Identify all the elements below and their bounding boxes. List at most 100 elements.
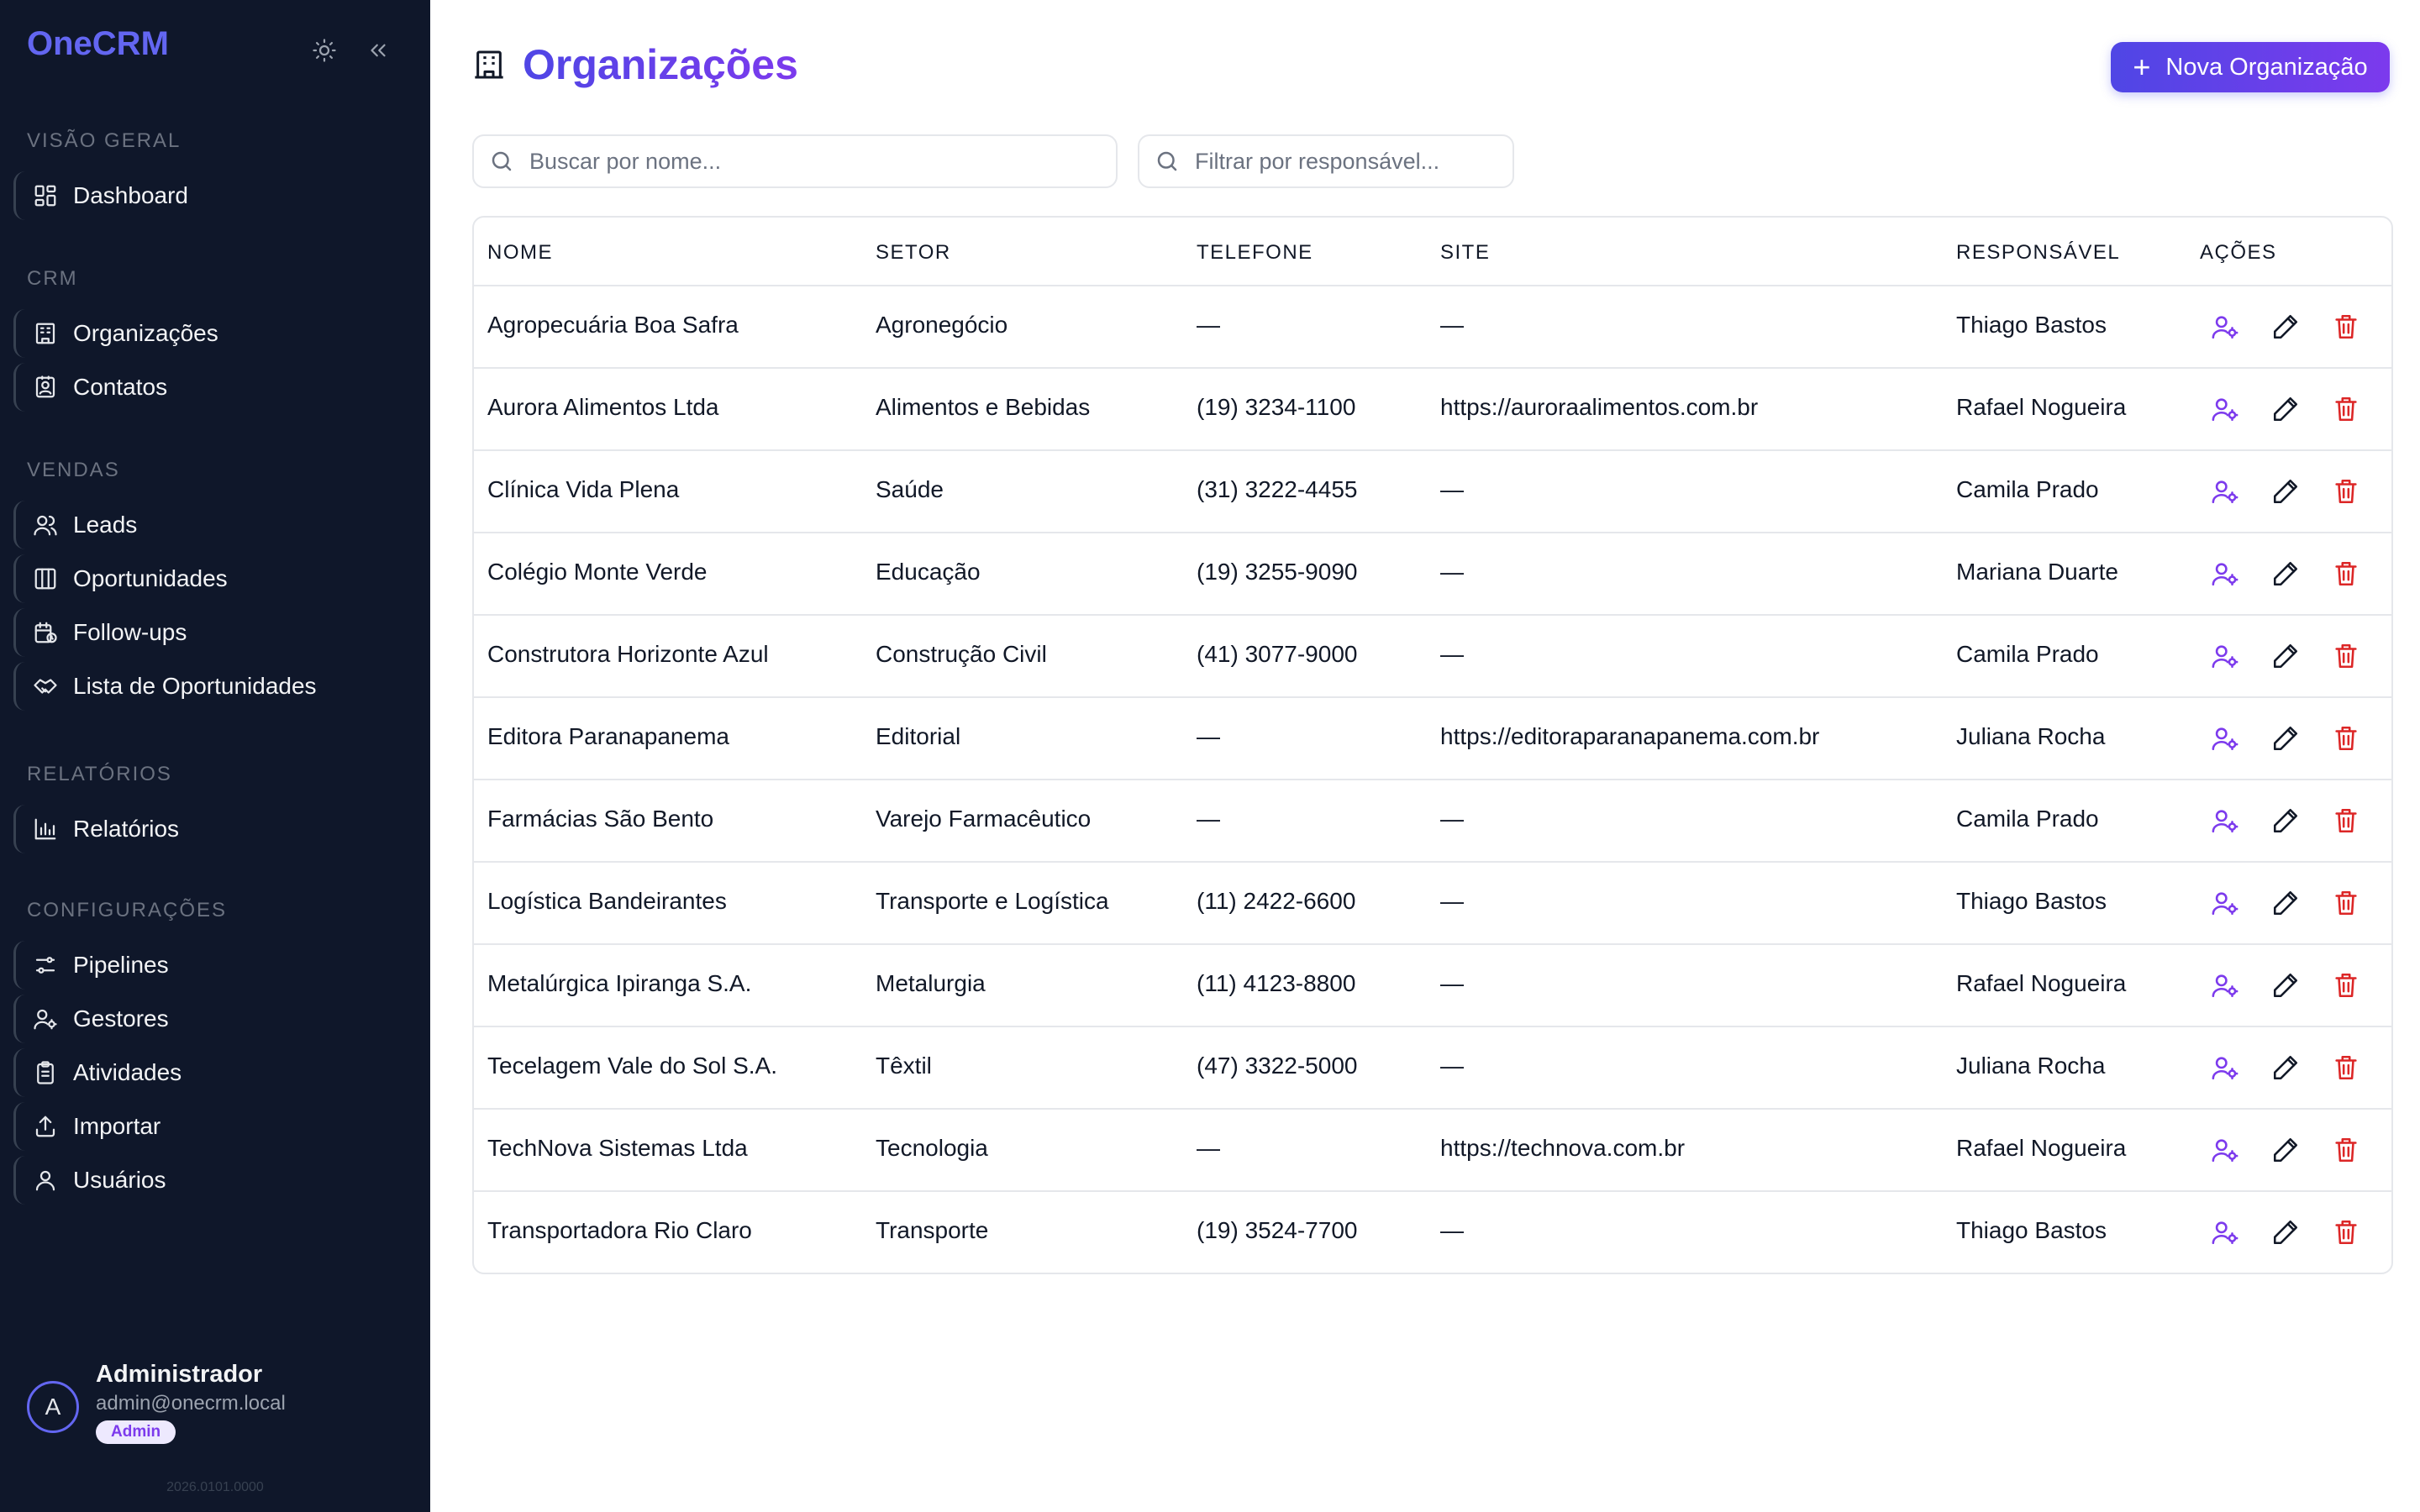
- new-organization-button[interactable]: + Nova Organização: [2111, 42, 2390, 92]
- delete-trash-icon[interactable]: [2331, 394, 2361, 424]
- assign-owner-icon[interactable]: [2210, 1217, 2240, 1247]
- table-row[interactable]: Clínica Vida Plena Saúde (31) 3222-4455 — Ca…: [474, 451, 2391, 533]
- sidebar-item-label: Relatórios: [73, 816, 180, 842]
- sidebar-item-organizacoes[interactable]: Organizações: [13, 309, 410, 358]
- table-row[interactable]: Logística Bandeirantes Transporte e Logís…: [474, 863, 2391, 945]
- delete-trash-icon[interactable]: [2331, 559, 2361, 589]
- edit-pencil-icon[interactable]: [2270, 723, 2301, 753]
- assign-owner-icon[interactable]: [2210, 888, 2240, 918]
- cell-sector: Educação: [876, 559, 981, 585]
- edit-pencil-icon[interactable]: [2270, 312, 2301, 342]
- sidebar-item-usuarios[interactable]: Usuários: [13, 1156, 410, 1205]
- assign-owner-icon[interactable]: [2210, 312, 2240, 342]
- sidebar-item-dashboard[interactable]: Dashboard: [13, 171, 410, 220]
- delete-trash-icon[interactable]: [2331, 1053, 2361, 1083]
- delete-trash-icon[interactable]: [2331, 1135, 2361, 1165]
- upload-icon: [33, 1114, 58, 1139]
- cell-owner: Mariana Duarte: [1956, 559, 2118, 585]
- cell-phone: (11) 2422-6600: [1197, 888, 1356, 914]
- table-row[interactable]: Transportadora Rio Claro Transporte (19) 3…: [474, 1192, 2391, 1273]
- column-header-nome[interactable]: NOME: [487, 241, 553, 265]
- cell-owner: Thiago Bastos: [1956, 888, 2107, 914]
- edit-pencil-icon[interactable]: [2270, 888, 2301, 918]
- assign-owner-icon[interactable]: [2210, 1053, 2240, 1083]
- cell-website[interactable]: https://technova.com.br: [1440, 1135, 1685, 1162]
- edit-pencil-icon[interactable]: [2270, 806, 2301, 836]
- table-row[interactable]: Agropecuária Boa Safra Agronegócio — — Thiag…: [474, 286, 2391, 369]
- sidebar-item-lista-de-oportunidades[interactable]: Lista de Oportunidades: [13, 662, 410, 711]
- table-row[interactable]: Editora Paranapanema Editorial — https://ed…: [474, 698, 2391, 780]
- assign-owner-icon[interactable]: [2210, 559, 2240, 589]
- edit-pencil-icon[interactable]: [2270, 1135, 2301, 1165]
- table-row[interactable]: Aurora Alimentos Ltda Alimentos e Bebidas…: [474, 369, 2391, 451]
- sidebar-item-pipelines[interactable]: Pipelines: [13, 941, 410, 990]
- table-row[interactable]: Colégio Monte Verde Educação (19) 3255-909…: [474, 533, 2391, 616]
- assign-owner-icon[interactable]: [2210, 970, 2240, 1000]
- assign-owner-icon[interactable]: [2210, 1135, 2240, 1165]
- column-header-responsavel[interactable]: RESPONSÁVEL: [1956, 241, 2120, 265]
- sidebar: OneCRM VISÃO GERAL Dashboard CRM Organizaçõ…: [0, 0, 430, 1512]
- sidebar-item-relatorios[interactable]: Relatórios: [13, 805, 410, 853]
- assign-owner-icon[interactable]: [2210, 394, 2240, 424]
- brand-logo[interactable]: OneCRM: [27, 25, 169, 63]
- delete-trash-icon[interactable]: [2331, 723, 2361, 753]
- delete-trash-icon[interactable]: [2331, 476, 2361, 507]
- cell-org-name: Aurora Alimentos Ltda: [487, 394, 719, 420]
- sidebar-item-label: Atividades: [73, 1059, 182, 1085]
- edit-pencil-icon[interactable]: [2270, 394, 2301, 424]
- column-header-setor[interactable]: SETOR: [876, 241, 951, 265]
- delete-trash-icon[interactable]: [2331, 806, 2361, 836]
- owner-filter-input[interactable]: Filtrar por responsável...: [1138, 134, 1514, 188]
- cell-org-name: Clínica Vida Plena: [487, 476, 680, 502]
- new-organization-label: Nova Organização: [2165, 53, 2368, 81]
- assign-owner-icon[interactable]: [2210, 723, 2240, 753]
- cell-website: —: [1440, 1217, 1464, 1243]
- sliders-icon: [33, 953, 58, 978]
- edit-pencil-icon[interactable]: [2270, 641, 2301, 671]
- cell-website: —: [1440, 1053, 1464, 1079]
- edit-pencil-icon[interactable]: [2270, 970, 2301, 1000]
- delete-trash-icon[interactable]: [2331, 312, 2361, 342]
- assign-owner-icon[interactable]: [2210, 641, 2240, 671]
- edit-pencil-icon[interactable]: [2270, 476, 2301, 507]
- delete-trash-icon[interactable]: [2331, 888, 2361, 918]
- cell-owner: Camila Prado: [1956, 476, 2099, 502]
- table-row[interactable]: Farmácias São Bento Varejo Farmacêutico — —…: [474, 780, 2391, 863]
- table-row[interactable]: TechNova Sistemas Ltda Tecnologia — https:/…: [474, 1110, 2391, 1192]
- assign-owner-icon[interactable]: [2210, 806, 2240, 836]
- cell-sector: Têxtil: [876, 1053, 932, 1079]
- cell-phone: —: [1197, 312, 1220, 338]
- delete-trash-icon[interactable]: [2331, 1217, 2361, 1247]
- column-header-telefone[interactable]: TELEFONE: [1197, 241, 1313, 265]
- sidebar-item-oportunidades[interactable]: Oportunidades: [13, 554, 410, 603]
- sidebar-item-contatos[interactable]: Contatos: [13, 363, 410, 412]
- edit-pencil-icon[interactable]: [2270, 559, 2301, 589]
- column-header-site[interactable]: SITE: [1440, 241, 1490, 265]
- sidebar-item-follow-ups[interactable]: Follow-ups: [13, 608, 410, 657]
- delete-trash-icon[interactable]: [2331, 970, 2361, 1000]
- edit-pencil-icon[interactable]: [2270, 1053, 2301, 1083]
- cell-website[interactable]: https://editoraparanapanema.com.br: [1440, 723, 1819, 750]
- assign-owner-icon[interactable]: [2210, 476, 2240, 507]
- table-row[interactable]: Tecelagem Vale do Sol S.A. Têxtil (47) 332…: [474, 1027, 2391, 1110]
- search-input[interactable]: Buscar por nome...: [472, 134, 1118, 188]
- main-content: Organizações + Nova Organização Buscar p…: [430, 0, 2420, 1512]
- collapse-sidebar-icon[interactable]: [360, 32, 397, 69]
- sidebar-item-leads[interactable]: Leads: [13, 501, 410, 549]
- cell-org-name: Metalúrgica Ipiranga S.A.: [487, 970, 752, 996]
- theme-toggle-sun-icon[interactable]: [306, 32, 343, 69]
- cell-sector: Tecnologia: [876, 1135, 988, 1161]
- sidebar-item-importar[interactable]: Importar: [13, 1102, 410, 1151]
- cell-phone: —: [1197, 806, 1220, 832]
- cell-website: —: [1440, 476, 1464, 502]
- cell-website[interactable]: https://auroraalimentos.com.br: [1440, 394, 1758, 421]
- sidebar-item-atividades[interactable]: Atividades: [13, 1048, 410, 1097]
- table-row[interactable]: Construtora Horizonte Azul Construção Civ…: [474, 616, 2391, 698]
- delete-trash-icon[interactable]: [2331, 641, 2361, 671]
- table-row[interactable]: Metalúrgica Ipiranga S.A. Metalurgia (11) …: [474, 945, 2391, 1027]
- section-title-visao-geral: VISÃO GERAL: [27, 129, 182, 152]
- user-profile[interactable]: A Administrador admin@onecrm.local Admin: [27, 1361, 286, 1444]
- edit-pencil-icon[interactable]: [2270, 1217, 2301, 1247]
- column-header-acoes: AÇÕES: [2200, 241, 2277, 264]
- sidebar-item-gestores[interactable]: Gestores: [13, 995, 410, 1043]
